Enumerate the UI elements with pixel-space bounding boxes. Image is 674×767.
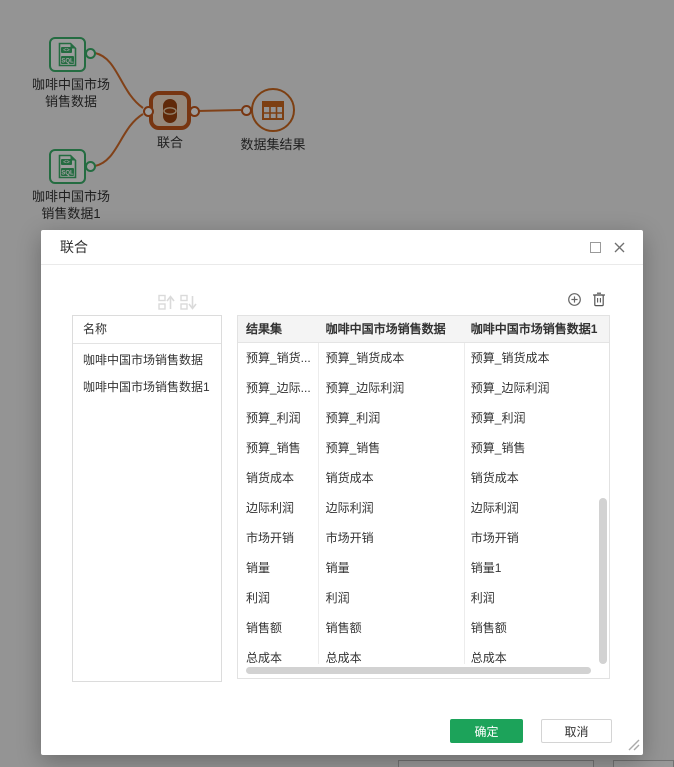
table-row[interactable]: 市场开销市场开销市场开销 xyxy=(238,523,609,553)
vertical-scrollbar[interactable] xyxy=(599,498,607,664)
table-cell: 预算_边际利润 xyxy=(318,373,463,403)
table-cell: 边际利润 xyxy=(238,493,318,523)
maximize-icon[interactable] xyxy=(590,242,601,253)
table-cell: 预算_利润 xyxy=(238,403,318,433)
table-row[interactable]: 销货成本销货成本销货成本 xyxy=(238,463,609,493)
union-table-body: 预算_销货...预算_销货成本预算_销货成本预算_边际...预算_边际利润预算_… xyxy=(238,343,609,673)
table-cell: 市场开销 xyxy=(463,523,609,553)
table-cell: 预算_销货... xyxy=(238,343,318,373)
table-cell: 市场开销 xyxy=(238,523,318,553)
table-row[interactable]: 预算_销售预算_销售预算_销售 xyxy=(238,433,609,463)
table-cell: 预算_销货成本 xyxy=(318,343,463,373)
dataset-panel: 名称 咖啡中国市场销售数据咖啡中国市场销售数据1 xyxy=(72,315,222,682)
table-row[interactable]: 销量销量销量1 xyxy=(238,553,609,583)
table-cell: 销量 xyxy=(238,553,318,583)
table-cell: 利润 xyxy=(463,583,609,613)
cancel-button[interactable]: 取消 xyxy=(541,719,612,743)
resize-handle[interactable] xyxy=(625,738,641,751)
horizontal-scrollbar[interactable] xyxy=(246,667,591,674)
dialog-title: 联合 xyxy=(60,230,88,265)
union-field-table: 结果集 咖啡中国市场销售数据 咖啡中国市场销售数据1 预算_销货...预算_销货… xyxy=(237,315,610,679)
table-cell: 预算_边际利润 xyxy=(463,373,609,403)
table-row[interactable]: 预算_边际...预算_边际利润预算_边际利润 xyxy=(238,373,609,403)
table-header-row: 结果集 咖啡中国市场销售数据 咖啡中国市场销售数据1 xyxy=(238,316,609,343)
move-up-icon[interactable] xyxy=(158,294,175,311)
table-cell: 预算_利润 xyxy=(318,403,463,433)
dataset-panel-header: 名称 xyxy=(73,316,221,344)
table-cell: 预算_销售 xyxy=(463,433,609,463)
table-row[interactable]: 边际利润边际利润边际利润 xyxy=(238,493,609,523)
table-cell: 销货成本 xyxy=(463,463,609,493)
table-cell: 预算_利润 xyxy=(463,403,609,433)
column-divider xyxy=(464,343,465,664)
trash-icon[interactable] xyxy=(592,291,606,307)
union-dialog: 联合 xyxy=(41,230,643,755)
table-row[interactable]: 销售额销售额销售额 xyxy=(238,613,609,643)
table-cell: 利润 xyxy=(318,583,463,613)
table-cell: 利润 xyxy=(238,583,318,613)
table-cell: 预算_销货成本 xyxy=(463,343,609,373)
table-row[interactable]: 预算_销货...预算_销货成本预算_销货成本 xyxy=(238,343,609,373)
table-cell: 销量 xyxy=(318,553,463,583)
list-item[interactable]: 咖啡中国市场销售数据1 xyxy=(73,374,221,401)
table-cell: 预算_边际... xyxy=(238,373,318,403)
list-item[interactable]: 咖啡中国市场销售数据 xyxy=(73,347,221,374)
column-header: 结果集 xyxy=(238,316,318,342)
table-cell: 销售额 xyxy=(463,613,609,643)
table-cell: 销售额 xyxy=(318,613,463,643)
table-cell: 销售额 xyxy=(238,613,318,643)
close-icon[interactable] xyxy=(614,242,625,253)
table-cell: 销货成本 xyxy=(238,463,318,493)
dataset-list: 咖啡中国市场销售数据咖啡中国市场销售数据1 xyxy=(73,347,221,401)
column-header: 咖啡中国市场销售数据1 xyxy=(463,316,609,342)
table-cell: 市场开销 xyxy=(318,523,463,553)
table-cell: 销量1 xyxy=(463,553,609,583)
table-row[interactable]: 预算_利润预算_利润预算_利润 xyxy=(238,403,609,433)
add-icon[interactable] xyxy=(568,293,581,306)
app-canvas: <> SQL 咖啡中国市场 销售数据 <> SQL 咖啡中国市场 销售数据1 联… xyxy=(0,0,674,767)
table-cell: 边际利润 xyxy=(318,493,463,523)
table-row[interactable]: 利润利润利润 xyxy=(238,583,609,613)
table-cell: 预算_销售 xyxy=(238,433,318,463)
dialog-header: 联合 xyxy=(41,230,643,265)
column-divider xyxy=(318,343,319,664)
column-header: 咖啡中国市场销售数据 xyxy=(318,316,463,342)
table-cell: 预算_销售 xyxy=(318,433,463,463)
ok-button[interactable]: 确定 xyxy=(450,719,523,743)
table-cell: 销货成本 xyxy=(318,463,463,493)
move-down-icon[interactable] xyxy=(180,294,197,311)
table-cell: 边际利润 xyxy=(463,493,609,523)
